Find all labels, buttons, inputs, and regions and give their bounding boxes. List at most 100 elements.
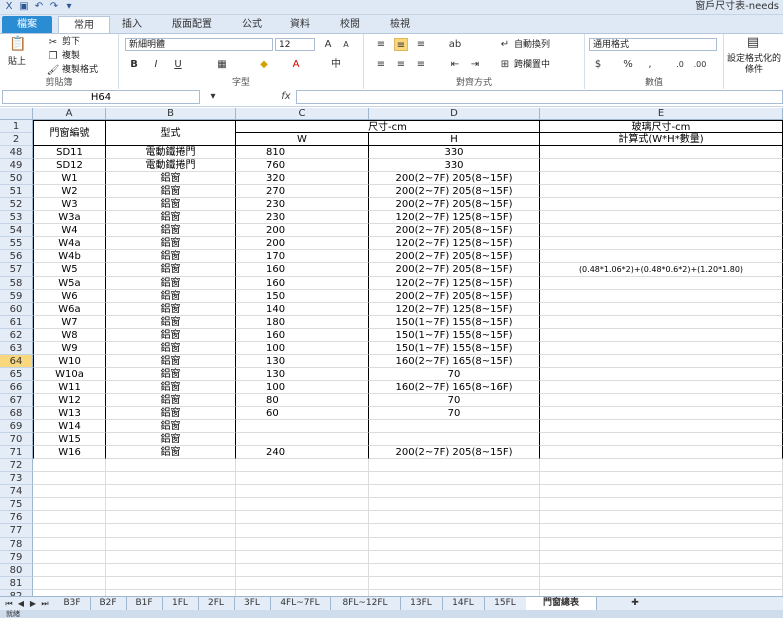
cell-width[interactable]: 160 — [236, 329, 369, 342]
cell-height[interactable]: 200(2~7F) 205(8~15F) — [369, 198, 540, 211]
cell-type[interactable] — [106, 498, 236, 511]
row-header[interactable]: 67 — [0, 394, 33, 407]
cell-formula[interactable] — [540, 172, 783, 185]
cell-formula[interactable] — [540, 564, 783, 577]
cell-height[interactable]: 200(2~7F) 205(8~15F) — [369, 250, 540, 263]
sheet-tab[interactable]: 門窗總表 — [526, 597, 597, 610]
sheet-tab[interactable]: 1FL — [162, 597, 199, 610]
cell-height[interactable]: 200(2~7F) 205(8~15F) — [369, 290, 540, 303]
cell-formula[interactable] — [540, 394, 783, 407]
cell-door-id[interactable]: W1 — [33, 172, 106, 185]
cell-height[interactable] — [369, 485, 540, 498]
font-color-icon[interactable]: A — [289, 58, 303, 71]
cell-formula[interactable] — [540, 381, 783, 394]
cell-formula[interactable] — [540, 511, 783, 524]
sheet-tab[interactable]: B2F — [90, 597, 127, 610]
cell-door-id[interactable] — [33, 551, 106, 564]
cell-door-id[interactable] — [33, 564, 106, 577]
cell-formula[interactable] — [540, 355, 783, 368]
decrease-indent-icon[interactable]: ⇤ — [448, 58, 462, 71]
cell-formula[interactable] — [540, 198, 783, 211]
cell-type[interactable] — [106, 524, 236, 538]
cell-width[interactable]: 100 — [236, 342, 369, 355]
row-header[interactable]: 69 — [0, 420, 33, 433]
row-header[interactable]: 68 — [0, 407, 33, 420]
cell-formula[interactable] — [540, 485, 783, 498]
cell-height[interactable]: 150(1~7F) 155(8~15F) — [369, 342, 540, 355]
cell-height[interactable] — [369, 538, 540, 551]
cell-height[interactable]: 200(2~7F) 205(8~15F) — [369, 263, 540, 277]
row-header[interactable]: 79 — [0, 551, 33, 564]
column-header-b[interactable]: B — [106, 108, 236, 120]
cut-button[interactable]: 剪下 — [62, 36, 80, 48]
italic-icon[interactable]: I — [149, 58, 163, 71]
merge-center-button[interactable]: 跨欄置中 — [514, 59, 550, 71]
fill-color-icon[interactable]: ◆ — [257, 58, 271, 71]
cell-door-id[interactable]: SD12 — [33, 159, 106, 172]
cell-door-id[interactable]: W4a — [33, 237, 106, 250]
column-header-e[interactable]: E — [540, 108, 783, 120]
cell-width[interactable]: 150 — [236, 290, 369, 303]
cell-type[interactable]: 鋁窗 — [106, 250, 236, 263]
comma-icon[interactable]: , — [643, 58, 657, 71]
paste-button[interactable]: 貼上 — [8, 56, 26, 68]
cell-width[interactable] — [236, 577, 369, 590]
row-header[interactable]: 64 — [0, 355, 33, 368]
column-header-d[interactable]: D — [369, 108, 540, 120]
bold-icon[interactable]: B — [127, 58, 141, 71]
quick-access-dropdown-icon[interactable]: ▾ — [63, 1, 75, 12]
row-header[interactable]: 48 — [0, 146, 33, 159]
align-middle-icon[interactable]: ≡ — [394, 38, 408, 51]
cell-width[interactable]: 80 — [236, 394, 369, 407]
cell-door-id[interactable]: W2 — [33, 185, 106, 198]
row-header[interactable]: 53 — [0, 211, 33, 224]
cell-type[interactable] — [106, 551, 236, 564]
cell-width[interactable]: 180 — [236, 316, 369, 329]
border-icon[interactable]: ▦ — [215, 58, 229, 71]
cell-width[interactable] — [236, 538, 369, 551]
undo-icon[interactable]: ↶ — [33, 1, 45, 12]
cell-door-id[interactable]: W8 — [33, 329, 106, 342]
cell-type[interactable]: 鋁窗 — [106, 172, 236, 185]
cell-formula[interactable] — [540, 237, 783, 250]
cell-door-id[interactable]: W4 — [33, 224, 106, 237]
cell-door-id[interactable]: W4b — [33, 250, 106, 263]
header-cell-type[interactable]: 型式 — [106, 120, 236, 146]
cell-height[interactable] — [369, 564, 540, 577]
row-header[interactable]: 70 — [0, 433, 33, 446]
cell-formula[interactable] — [540, 577, 783, 590]
cell-formula[interactable] — [540, 277, 783, 290]
insert-sheet-icon[interactable]: ✚ — [628, 597, 642, 610]
tab-data[interactable]: 資料 — [280, 16, 320, 33]
sheet-tab[interactable]: 14FL — [442, 597, 485, 610]
cell-type[interactable]: 鋁窗 — [106, 433, 236, 446]
cell-width[interactable] — [236, 511, 369, 524]
cell-height[interactable]: 70 — [369, 368, 540, 381]
row-header[interactable]: 77 — [0, 524, 33, 538]
cell-type[interactable]: 鋁窗 — [106, 381, 236, 394]
cell-height[interactable]: 120(2~7F) 125(8~15F) — [369, 303, 540, 316]
insert-function-icon[interactable]: fx — [278, 90, 294, 104]
cell-width[interactable] — [236, 433, 369, 446]
sheet-tab[interactable]: B1F — [126, 597, 163, 610]
cell-formula[interactable] — [540, 420, 783, 433]
cell-type[interactable] — [106, 485, 236, 498]
sheet-tab[interactable]: 8FL~12FL — [330, 597, 401, 610]
cell-door-id[interactable]: SD11 — [33, 146, 106, 159]
copy-button[interactable]: 複製 — [62, 50, 80, 62]
cell-formula[interactable] — [540, 407, 783, 420]
cell-type[interactable]: 鋁窗 — [106, 342, 236, 355]
cut-icon[interactable]: ✂ — [46, 36, 60, 49]
row-header[interactable]: 1 — [0, 120, 33, 133]
cell-door-id[interactable]: W15 — [33, 433, 106, 446]
cell-width[interactable]: 230 — [236, 198, 369, 211]
row-header[interactable]: 61 — [0, 316, 33, 329]
decrease-font-icon[interactable]: A — [339, 38, 353, 51]
cell-type[interactable]: 鋁窗 — [106, 329, 236, 342]
cell-width[interactable]: 270 — [236, 185, 369, 198]
cell-width[interactable]: 200 — [236, 237, 369, 250]
increase-indent-icon[interactable]: ⇥ — [468, 58, 482, 71]
cell-height[interactable] — [369, 577, 540, 590]
cell-type[interactable]: 鋁窗 — [106, 446, 236, 459]
cell-door-id[interactable] — [33, 538, 106, 551]
